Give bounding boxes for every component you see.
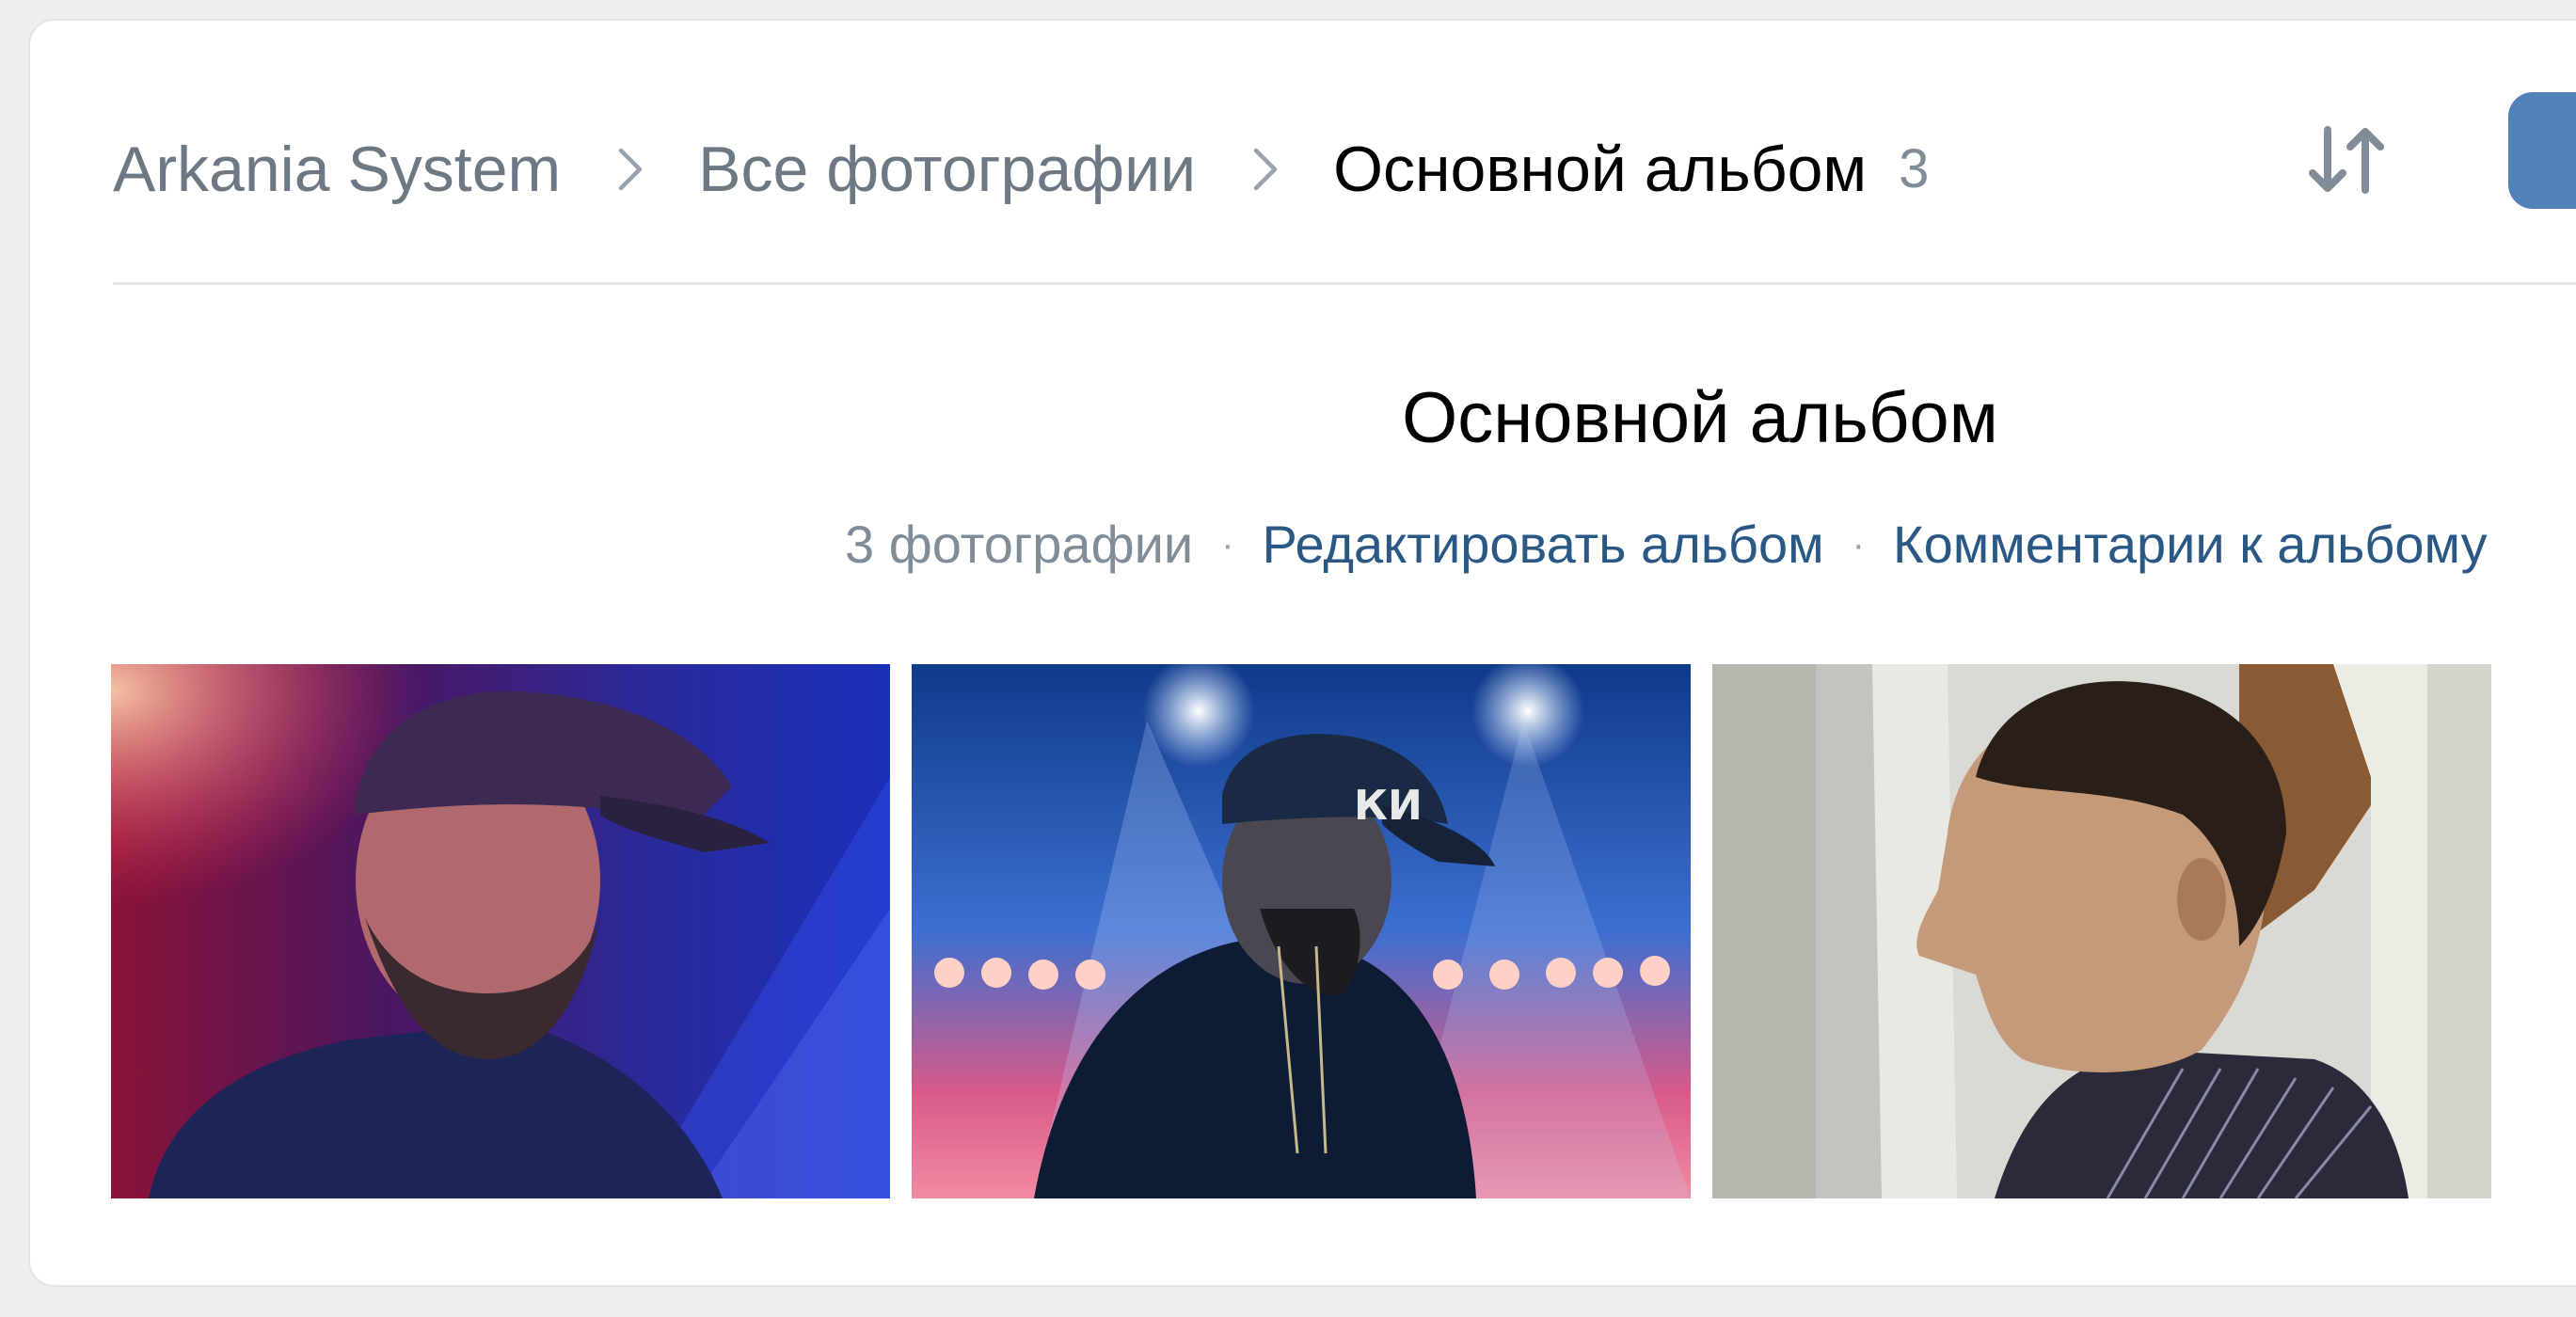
album-meta: 3 фотографии · Редактировать альбом · Ко… xyxy=(845,512,2488,578)
photo-2-image: КИ xyxy=(912,664,1691,1198)
album-card: Arkania System Все фотографии Основной а… xyxy=(28,19,2576,1287)
photo-thumbnail[interactable] xyxy=(111,664,890,1198)
header-divider xyxy=(113,282,2576,285)
album-header: Arkania System Все фотографии Основной а… xyxy=(113,21,2559,282)
photo-3-image xyxy=(1712,664,2491,1198)
svg-text:КИ: КИ xyxy=(1354,782,1423,830)
breadcrumb-all-photos-link[interactable]: Все фотографии xyxy=(698,132,1196,207)
breadcrumb-owner-link[interactable]: Arkania System xyxy=(113,132,561,207)
breadcrumb-count: 3 xyxy=(1899,138,1930,199)
sort-button[interactable] xyxy=(2303,122,2390,198)
meta-separator: · xyxy=(1221,524,1234,565)
album-comments-link[interactable]: Комментарии к альбому xyxy=(1893,512,2488,578)
photo-count: 3 фотографии xyxy=(845,515,1194,574)
breadcrumb-current: Основной альбом xyxy=(1333,134,1868,205)
album-title: Основной альбом xyxy=(1402,378,1998,458)
edit-album-link[interactable]: Редактировать альбом xyxy=(1263,512,1824,578)
sort-arrows-icon xyxy=(2309,126,2384,194)
chevron-right-icon xyxy=(1253,148,1278,191)
photo-thumbnail[interactable] xyxy=(1712,664,2491,1198)
add-photos-button[interactable] xyxy=(2508,92,2576,209)
breadcrumb: Arkania System Все фотографии Основной а… xyxy=(113,132,1929,207)
meta-separator: · xyxy=(1852,524,1865,565)
photo-1-image xyxy=(111,664,890,1198)
photo-thumbnail[interactable]: КИ xyxy=(912,664,1691,1198)
chevron-right-icon xyxy=(618,148,643,191)
